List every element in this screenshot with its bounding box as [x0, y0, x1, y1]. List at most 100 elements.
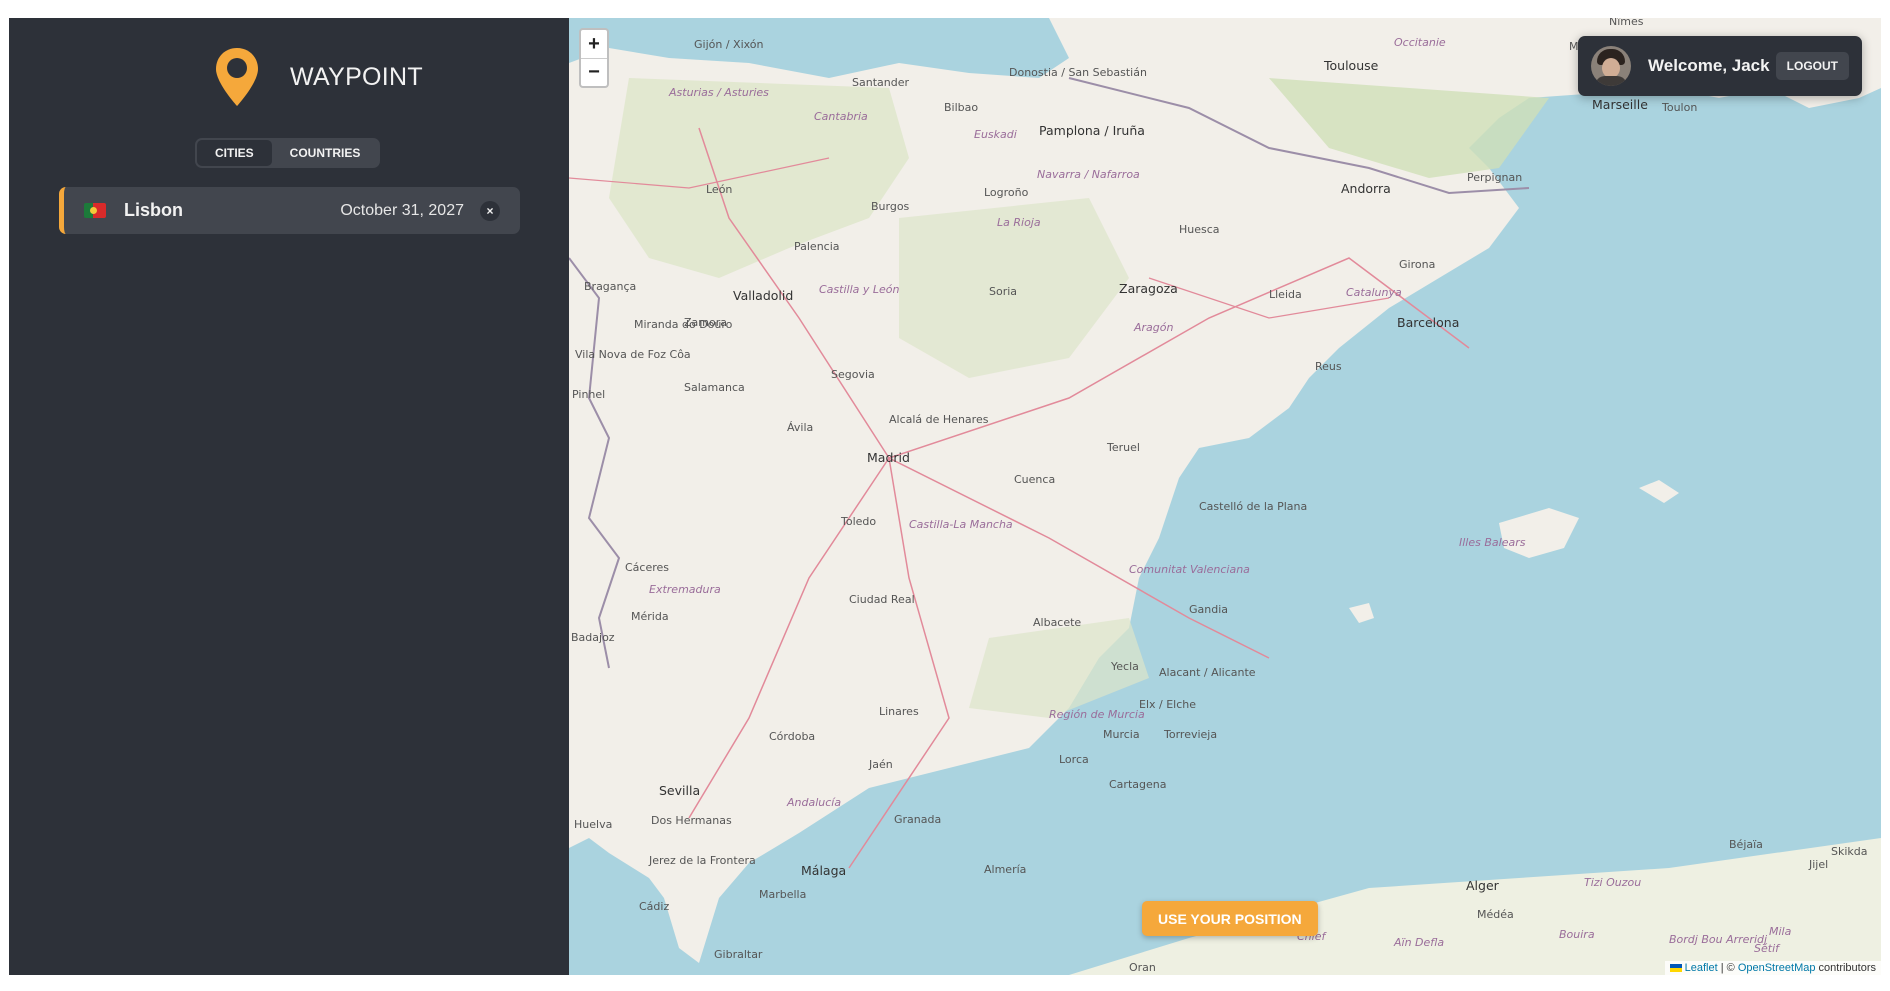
city-list-item[interactable]: Lisbon October 31, 2027 × [59, 187, 520, 234]
map-label: Euskadi [974, 128, 1017, 141]
tab-countries[interactable]: COUNTRIES [272, 140, 379, 166]
map-label: Skikda [1831, 845, 1868, 858]
map-label: Girona [1399, 258, 1436, 271]
map-label: Toulouse [1324, 58, 1379, 73]
map-label: Zaragoza [1119, 281, 1178, 296]
tab-switcher: CITIES COUNTRIES [195, 138, 381, 168]
map-label: Vila Nova de Foz Côa [575, 348, 691, 361]
map-label: Oran [1129, 961, 1156, 974]
map-label: Toulon [1662, 101, 1698, 114]
map-label: Reus [1315, 360, 1342, 373]
tab-cities[interactable]: CITIES [197, 140, 272, 166]
map-label: Logroño [984, 186, 1029, 199]
map-label: Médéa [1477, 908, 1514, 921]
map-label: Lleida [1269, 288, 1302, 301]
map-label: Mila [1769, 925, 1792, 938]
map-label: Madrid [867, 450, 910, 465]
map-label: Toledo [841, 515, 877, 528]
map-label: Alacant / Alicante [1159, 666, 1256, 679]
map-pin-icon [216, 48, 258, 106]
map-container[interactable]: Gijón / Xixón Santander Bilbao Donostia … [569, 18, 1881, 975]
map-label: Segovia [831, 368, 875, 381]
map-label: Valladolid [733, 288, 794, 303]
map-label: Pamplona / Iruña [1039, 123, 1145, 138]
map-label: Béjaïa [1729, 838, 1763, 851]
map-label: Huesca [1179, 223, 1220, 236]
welcome-text: Welcome, Jack [1648, 56, 1770, 75]
map-label: Jijel [1809, 858, 1829, 871]
attribution-separator: | © [1717, 962, 1738, 974]
map-label: Murcia [1103, 728, 1140, 741]
map-attribution: Leaflet | © OpenStreetMap contributors [1664, 961, 1881, 975]
map-label: Tizi Ouzou [1584, 876, 1642, 889]
map-label: Málaga [801, 863, 847, 878]
map-label: Gijón / Xixón [694, 38, 764, 51]
map-label: Extremadura [649, 583, 721, 596]
ukraine-flag-icon [1669, 964, 1682, 972]
app-layout: WAYPOINT CITIES COUNTRIES Lisbon October… [9, 18, 1881, 975]
avatar [1591, 46, 1631, 86]
map-label: Alger [1466, 878, 1499, 893]
map-label: Asturias / Asturies [669, 86, 769, 99]
map-label: Castelló de la Plana [1199, 500, 1308, 513]
map-label: Castilla-La Mancha [909, 518, 1013, 531]
map-label: Yecla [1111, 660, 1139, 673]
map-label: Dos Hermanas [651, 814, 732, 827]
map-label: Andalucía [787, 796, 842, 809]
map-label: Bouira [1559, 928, 1595, 941]
city-name: Lisbon [124, 200, 183, 220]
sidebar: WAYPOINT CITIES COUNTRIES Lisbon October… [9, 18, 569, 975]
map-label: Lorca [1059, 753, 1089, 766]
map-label: Cantabria [814, 110, 868, 123]
map-label: Soria [989, 285, 1018, 298]
map-label: Bordj Bou Arreridj [1669, 933, 1768, 946]
map-label: Alcalá de Henares [889, 413, 989, 426]
map-label: Navarra / Nafarroa [1037, 168, 1140, 181]
map-label: Cáceres [625, 561, 670, 574]
city-date: October 31, 2027 [340, 201, 464, 219]
map-label: La Rioja [997, 216, 1041, 229]
map-label: Ciudad Real [849, 593, 915, 606]
map-label: Teruel [1107, 441, 1140, 454]
zoom-in-button[interactable]: + [581, 30, 607, 58]
map-label: Perpignan [1467, 171, 1523, 184]
map-label: Comunitat Valenciana [1129, 563, 1250, 576]
map-label: Sevilla [659, 783, 701, 798]
leaflet-link[interactable]: Leaflet [1685, 962, 1718, 974]
map-label: Sétif [1754, 942, 1779, 955]
map-label: Catalunya [1346, 286, 1402, 299]
delete-city-button[interactable]: × [480, 200, 500, 221]
map-label: Gandia [1189, 603, 1229, 616]
map-label: Jerez de la Frontera [649, 854, 756, 867]
map-label: Aïn Defla [1394, 936, 1445, 949]
map-label: Palencia [794, 240, 840, 253]
zoom-out-button[interactable]: − [581, 58, 607, 86]
map-label: Región de Murcia [1049, 708, 1145, 721]
logo[interactable]: WAYPOINT [214, 46, 423, 108]
map-label: Jaén [869, 758, 893, 771]
map-label: Córdoba [769, 730, 816, 743]
map-label: Zamora [684, 316, 727, 329]
map-label: Salamanca [684, 381, 745, 394]
map-label: Burgos [871, 200, 910, 213]
map-label: Gibraltar [714, 948, 763, 961]
map-label: Granada [894, 813, 942, 826]
map-label: Elx / Elche [1139, 698, 1197, 711]
map-label: Barcelona [1397, 315, 1460, 330]
map-label: Huelva [574, 818, 613, 831]
osm-link[interactable]: OpenStreetMap [1738, 962, 1816, 974]
logout-button[interactable]: LOGOUT [1775, 52, 1849, 80]
map-label: Almería [984, 863, 1027, 876]
map-label: Cartagena [1109, 778, 1167, 791]
map-label: Marbella [759, 888, 807, 901]
attribution-suffix: contributors [1815, 962, 1876, 974]
map-label: Torrevieja [1164, 728, 1218, 741]
map-label: Donostia / San Sebastián [1009, 66, 1147, 79]
map-label: Castilla y León [819, 283, 900, 296]
map-label: Badajoz [571, 631, 615, 644]
map-label: Cuenca [1014, 473, 1056, 486]
map-tiles[interactable] [569, 18, 1881, 975]
use-position-button[interactable]: USE YOUR POSITION [1142, 901, 1318, 936]
map-label: Linares [879, 705, 919, 718]
map-label: Cádiz [639, 900, 670, 913]
